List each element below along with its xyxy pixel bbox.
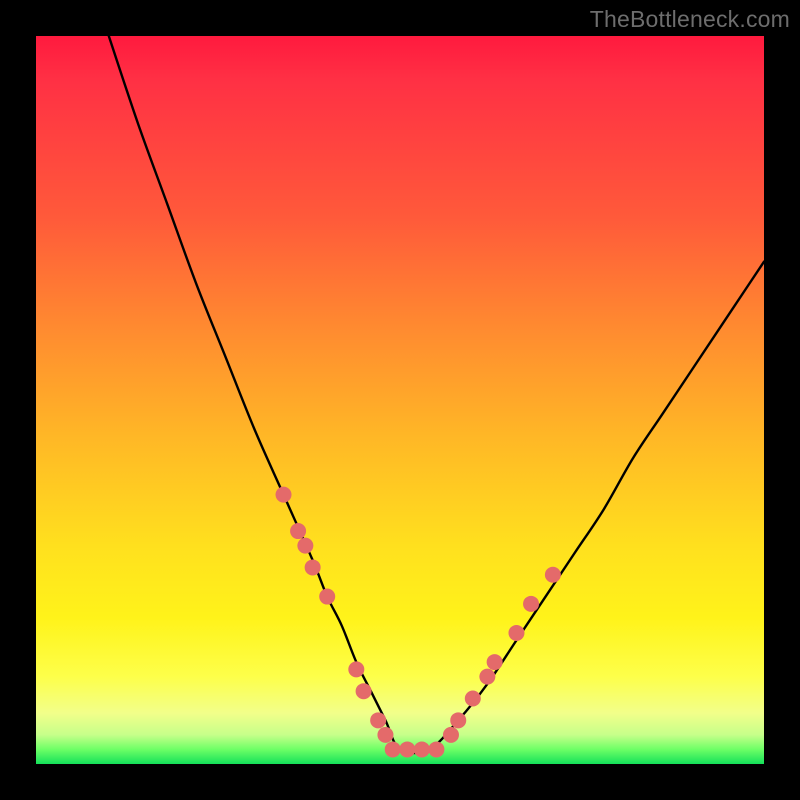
marker-point	[450, 712, 466, 728]
marker-point	[290, 523, 306, 539]
marker-point	[545, 567, 561, 583]
marker-point	[523, 596, 539, 612]
plot-area	[36, 36, 764, 764]
marker-point	[348, 661, 364, 677]
watermark-text: TheBottleneck.com	[590, 6, 790, 33]
marker-point	[428, 741, 444, 757]
marker-point	[508, 625, 524, 641]
marker-point	[356, 683, 372, 699]
marker-point	[377, 727, 393, 743]
marker-point	[487, 654, 503, 670]
chart-frame: TheBottleneck.com	[0, 0, 800, 800]
marker-point	[443, 727, 459, 743]
marker-point	[385, 741, 401, 757]
marker-point	[276, 487, 292, 503]
marker-point	[399, 741, 415, 757]
chart-svg	[36, 36, 764, 764]
marker-point	[297, 538, 313, 554]
marker-point	[370, 712, 386, 728]
marker-layer	[276, 487, 561, 758]
curve-layer	[109, 36, 764, 753]
marker-point	[319, 589, 335, 605]
marker-point	[465, 690, 481, 706]
bottleneck-curve	[109, 36, 764, 753]
marker-point	[479, 669, 495, 685]
marker-point	[305, 559, 321, 575]
marker-point	[414, 741, 430, 757]
